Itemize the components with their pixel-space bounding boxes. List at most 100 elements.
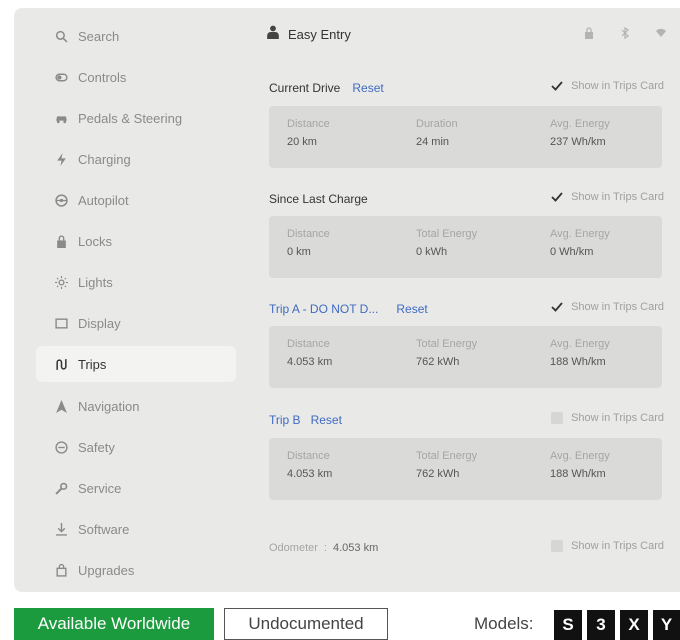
stat-value: 188 Wh/km: [550, 468, 606, 480]
wifi-icon[interactable]: [656, 26, 666, 44]
stat-value: 24 min: [416, 136, 450, 148]
bag-icon: [50, 563, 72, 577]
sidebar-item-label: Search: [78, 28, 120, 44]
model-badge-s: S: [554, 610, 582, 640]
stat-value: 4.053 km: [287, 468, 333, 480]
stat-value: 0 kWh: [416, 246, 448, 258]
sidebar-item-lights[interactable]: Lights: [36, 264, 234, 300]
sidebar-item-safety[interactable]: Safety: [36, 429, 234, 465]
checkmark-icon[interactable]: [551, 301, 563, 313]
trip-b-header: Trip B Reset Show in Trips Card: [269, 410, 664, 430]
sidebar-item-software[interactable]: Software: [36, 511, 234, 547]
current-drive-header: Current Drive Reset Show in Trips Card: [269, 78, 664, 98]
stat-distance: Distance 20 km: [287, 118, 330, 148]
sidebar-item-label: Pedals & Steering: [78, 110, 183, 126]
lock-status-icon[interactable]: [584, 26, 594, 44]
stat-value: 188 Wh/km: [550, 356, 606, 368]
trip-a-stats: Distance 4.053 km Total Energy 762 kWh Avg…: [269, 326, 662, 388]
sidebar-item-label: Autopilot: [78, 192, 129, 208]
model-badge-x: X: [620, 610, 648, 640]
sidebar-item-label: Charging: [78, 151, 131, 167]
search-icon: [50, 29, 72, 43]
documentation-status-badge: Undocumented: [224, 608, 388, 640]
stat-label: Total Energy: [416, 338, 478, 350]
current-drive-reset-button[interactable]: Reset: [352, 81, 383, 95]
stat-label: Distance: [287, 338, 330, 350]
navigation-icon: [50, 399, 72, 413]
sidebar-item-search[interactable]: Search: [36, 18, 234, 54]
section-title: Since Last Charge: [269, 192, 368, 206]
sidebar-item-label: Upgrades: [78, 562, 135, 578]
current-drive-stats: Distance 20 km Duration 24 min Avg. Energy…: [269, 106, 662, 168]
car-icon: [50, 111, 72, 125]
checkbox-unchecked-icon[interactable]: [551, 540, 564, 552]
stat-distance: Distance 4.053 km: [287, 450, 332, 480]
sidebar-item-navigation[interactable]: Navigation: [36, 388, 234, 424]
show-in-trips-card-label: Show in Trips Card: [571, 540, 664, 552]
stat-value: 0 Wh/km: [550, 246, 594, 258]
stat-duration: Duration 24 min: [416, 118, 458, 148]
stat-label: Avg. Energy: [550, 228, 610, 240]
stat-label: Avg. Energy: [550, 450, 610, 462]
toggle-icon: [50, 70, 72, 84]
stat-value: 762 kWh: [416, 468, 460, 480]
checkmark-icon[interactable]: [551, 80, 563, 92]
safety-icon: [50, 440, 72, 454]
stat-label: Duration: [416, 118, 458, 130]
sidebar-item-service[interactable]: Service: [36, 470, 234, 506]
checkmark-icon[interactable]: [551, 191, 563, 203]
since-last-charge-stats: Distance 0 km Total Energy 0 kWh Avg. Ener…: [269, 216, 662, 278]
sidebar-item-label: Safety: [78, 439, 115, 455]
bolt-icon: [50, 152, 72, 166]
driver-profile-name[interactable]: Easy Entry: [288, 27, 351, 42]
since-last-charge-header: Since Last Charge Show in Trips Card: [269, 189, 664, 209]
model-badge-3: 3: [587, 610, 615, 640]
show-in-trips-card-toggle[interactable]: Show in Trips Card: [551, 412, 664, 424]
availability-badge: Available Worldwide: [14, 608, 214, 640]
tesla-screen: Search Controls Pedals & Steering Chargi…: [14, 8, 680, 592]
display-icon: [50, 316, 72, 330]
show-in-trips-card-toggle[interactable]: Show in Trips Card: [551, 191, 664, 203]
stat-label: Total Energy: [416, 228, 478, 240]
bluetooth-icon[interactable]: [620, 26, 630, 44]
show-in-trips-card-toggle[interactable]: Show in Trips Card: [551, 80, 664, 92]
show-in-trips-card-toggle[interactable]: Show in Trips Card: [551, 301, 664, 313]
trip-b-name[interactable]: Trip B: [269, 413, 301, 427]
stat-value: 237 Wh/km: [550, 136, 606, 148]
trip-b-stats: Distance 4.053 km Total Energy 762 kWh Avg…: [269, 438, 662, 500]
odometer-row: Odometer : 4.053 km Show in Trips Card: [269, 538, 664, 558]
profile-header: Easy Entry: [266, 22, 666, 46]
section-title: Current Drive: [269, 81, 341, 95]
model-badge-y: Y: [653, 610, 680, 640]
sidebar-item-label: Software: [78, 521, 130, 537]
sidebar-item-charging[interactable]: Charging: [36, 141, 234, 177]
sidebar-item-upgrades[interactable]: Upgrades: [36, 552, 234, 588]
sidebar-item-pedals-steering[interactable]: Pedals & Steering: [36, 100, 234, 136]
show-in-trips-card-label: Show in Trips Card: [571, 412, 664, 424]
stat-avg-energy: Avg. Energy 188 Wh/km: [550, 338, 610, 368]
sidebar-item-locks[interactable]: Locks: [36, 223, 234, 259]
sidebar-item-autopilot[interactable]: Autopilot: [36, 182, 234, 218]
stat-label: Distance: [287, 228, 330, 240]
trip-b-reset-button[interactable]: Reset: [311, 413, 342, 427]
trip-a-name[interactable]: Trip A - DO NOT D...: [269, 302, 378, 316]
stat-label: Avg. Energy: [550, 118, 610, 130]
stat-avg-energy: Avg. Energy 237 Wh/km: [550, 118, 610, 148]
sidebar-item-trips[interactable]: Trips: [36, 346, 236, 382]
sidebar-item-label: Navigation: [78, 398, 140, 414]
wrench-icon: [50, 481, 72, 495]
show-in-trips-card-toggle[interactable]: Show in Trips Card: [551, 540, 664, 552]
header-status-icons: [584, 26, 666, 44]
trip-a-reset-button[interactable]: Reset: [396, 302, 427, 316]
stat-avg-energy: Avg. Energy 188 Wh/km: [550, 450, 610, 480]
sidebar-item-display[interactable]: Display: [36, 305, 234, 341]
models-label: Models:: [474, 614, 534, 633]
show-in-trips-card-label: Show in Trips Card: [571, 80, 664, 92]
stat-total-energy: Total Energy 762 kWh: [416, 338, 477, 368]
sidebar-item-controls[interactable]: Controls: [36, 59, 234, 95]
checkbox-unchecked-icon[interactable]: [551, 412, 564, 424]
lock-icon: [50, 234, 72, 248]
odometer-separator: :: [323, 542, 327, 554]
odometer-value: 4.053 km: [332, 542, 379, 554]
stat-total-energy: Total Energy 0 kWh: [416, 228, 477, 258]
